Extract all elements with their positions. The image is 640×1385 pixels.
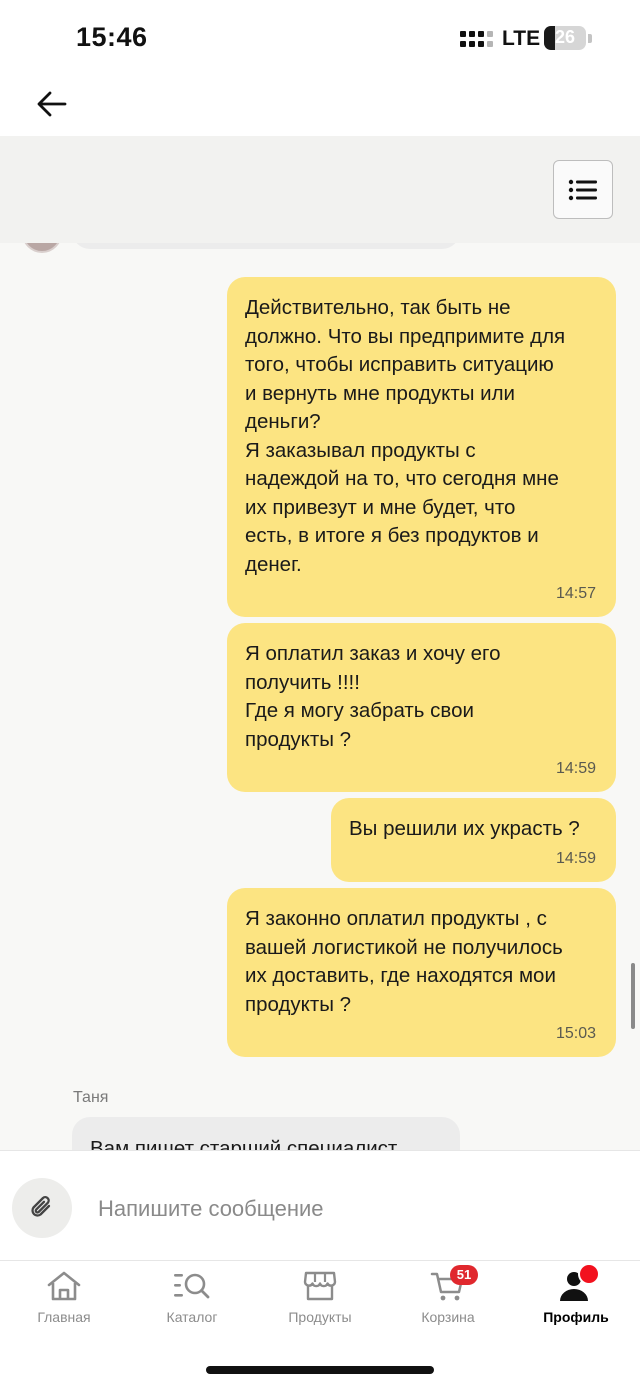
arrow-left-icon	[37, 91, 67, 117]
tab-catalog[interactable]: Каталог	[137, 1269, 247, 1329]
outgoing-message[interactable]: Я оплатил заказ и хочу его получить !!!!…	[227, 623, 616, 792]
sender-name: Таня	[73, 1089, 109, 1106]
catalog-search-icon	[172, 1269, 212, 1303]
outgoing-message[interactable]: Действительно, так быть не должно. Что в…	[227, 277, 616, 617]
profile-icon	[556, 1263, 600, 1303]
notification-dot	[578, 1263, 600, 1285]
message-time: 14:59	[555, 760, 596, 777]
message-text: Вам пишет старший специалист	[90, 1137, 398, 1150]
status-bar: 15:46 LTE 26	[0, 0, 640, 76]
incoming-message-bubble	[72, 243, 460, 249]
message-input[interactable]	[98, 1191, 598, 1227]
tab-label: Главная	[37, 1309, 91, 1325]
chat-messages[interactable]: Действительно, так быть не должно. Что в…	[0, 243, 640, 1150]
nav-header	[0, 76, 640, 136]
back-button[interactable]	[32, 84, 72, 124]
tab-label: Корзина	[421, 1309, 475, 1325]
tab-label: Продукты	[288, 1309, 352, 1325]
signal-icon	[460, 31, 493, 47]
tab-products[interactable]: Продукты	[265, 1269, 375, 1329]
menu-button[interactable]	[553, 160, 613, 219]
paperclip-icon	[31, 1196, 51, 1217]
store-icon	[300, 1269, 340, 1303]
message-text: Я законно оплатил продукты , с вашей лог…	[245, 907, 563, 1016]
attach-button[interactable]	[12, 1178, 72, 1238]
message-time: 14:57	[555, 585, 596, 602]
outgoing-message[interactable]: Я законно оплатил продукты , с вашей лог…	[227, 888, 616, 1057]
message-time: 15:03	[555, 1025, 596, 1042]
tab-home[interactable]: Главная	[9, 1269, 119, 1329]
message-composer	[0, 1150, 640, 1260]
battery-level: 26	[554, 27, 576, 47]
tab-cart[interactable]: 51 Корзина	[393, 1265, 503, 1329]
cart-badge: 51	[450, 1265, 478, 1285]
chat-toolbar	[0, 136, 640, 243]
home-indicator	[206, 1366, 434, 1374]
outgoing-message[interactable]: Вы решили их украсть ? 14:59	[331, 798, 616, 882]
tab-label: Каталог	[166, 1309, 218, 1325]
status-time: 15:46	[76, 22, 148, 52]
cart-icon: 51	[428, 1265, 478, 1303]
incoming-message[interactable]: Вам пишет старший специалист	[72, 1117, 460, 1150]
battery-tip	[588, 34, 592, 43]
home-icon	[44, 1269, 84, 1303]
message-text: Я оплатил заказ и хочу его получить !!!!…	[245, 642, 501, 751]
list-menu-icon	[568, 179, 597, 200]
scrollbar[interactable]	[631, 963, 635, 1029]
network-type: LTE	[502, 27, 541, 50]
battery-icon: 26	[544, 26, 586, 50]
tab-profile[interactable]: Профиль	[521, 1263, 631, 1329]
avatar	[22, 243, 62, 253]
tab-label: Профиль	[543, 1309, 609, 1325]
tab-bar: Главная Каталог Продукты 51 Корзина Проф…	[0, 1260, 640, 1385]
message-text: Вы решили их украсть ?	[349, 817, 580, 840]
message-time: 14:59	[555, 849, 596, 867]
message-text: Действительно, так быть не должно. Что в…	[245, 296, 566, 576]
